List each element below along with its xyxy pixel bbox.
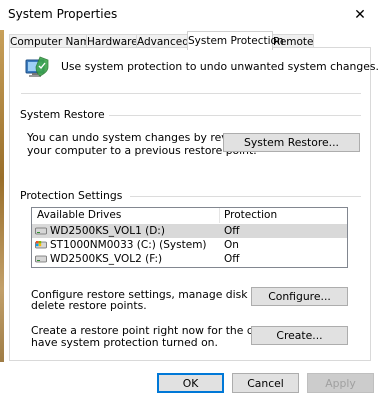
ok-button[interactable]: OK: [157, 373, 224, 393]
drive-icon: [35, 255, 47, 263]
drive-row[interactable]: WD2500KS_VOL2 (F:) Off: [32, 252, 347, 266]
drive-row[interactable]: ST1000NM0033 (C:) (System) On: [32, 238, 347, 252]
button-label: Create...: [276, 329, 323, 342]
drive-icon: [35, 227, 47, 235]
system-restore-button[interactable]: System Restore...: [223, 133, 360, 152]
close-icon: ✕: [354, 7, 366, 23]
window-title: System Properties: [8, 7, 118, 21]
button-label: Configure...: [268, 290, 331, 303]
column-separator[interactable]: [219, 208, 220, 223]
system-restore-heading: System Restore: [20, 108, 109, 121]
drive-name: WD2500KS_VOL1 (D:): [50, 225, 165, 237]
background-strip: [0, 30, 4, 400]
intro-text: Use system protection to undo unwanted s…: [61, 60, 379, 73]
create-description-line2: have system protection turned on.: [31, 336, 218, 349]
dialog-footer: OK Cancel Apply: [0, 362, 383, 400]
tab-label: System Protection: [188, 35, 284, 47]
button-label: OK: [182, 376, 199, 390]
system-drive-icon: [35, 241, 47, 249]
group-line: [109, 115, 361, 116]
apply-button[interactable]: Apply: [307, 373, 374, 393]
drive-name: ST1000NM0033 (C:) (System): [50, 239, 207, 251]
cancel-button[interactable]: Cancel: [232, 373, 299, 393]
create-button[interactable]: Create...: [251, 326, 348, 345]
button-label: Cancel: [247, 376, 284, 390]
configure-button[interactable]: Configure...: [251, 287, 348, 306]
tab-panel: [9, 47, 371, 361]
divider: [21, 93, 361, 94]
available-drives-list[interactable]: Available Drives Protection WD2500KS_VOL…: [31, 207, 348, 268]
close-button[interactable]: ✕: [337, 0, 383, 30]
button-label: Apply: [325, 376, 356, 390]
drive-protection: On: [224, 239, 239, 251]
drive-protection: Off: [224, 225, 240, 237]
drive-name: WD2500KS_VOL2 (F:): [50, 253, 163, 265]
protection-settings-heading: Protection Settings: [20, 189, 127, 202]
system-protection-icon: [25, 56, 49, 77]
column-header-protection[interactable]: Protection: [224, 209, 277, 221]
drive-row[interactable]: WD2500KS_VOL1 (D:) Off: [32, 224, 347, 238]
group-line: [130, 196, 361, 197]
tab-system-protection[interactable]: System Protection: [187, 31, 284, 50]
system-properties-window: System Properties ✕ Computer Name Hardwa…: [0, 0, 383, 400]
list-header: Available Drives Protection: [32, 208, 347, 223]
title-bar: System Properties ✕: [0, 0, 383, 30]
configure-description-line2: delete restore points.: [31, 299, 147, 312]
column-header-available-drives[interactable]: Available Drives: [37, 209, 121, 221]
button-label: System Restore...: [244, 136, 339, 149]
drive-protection: Off: [224, 253, 240, 265]
